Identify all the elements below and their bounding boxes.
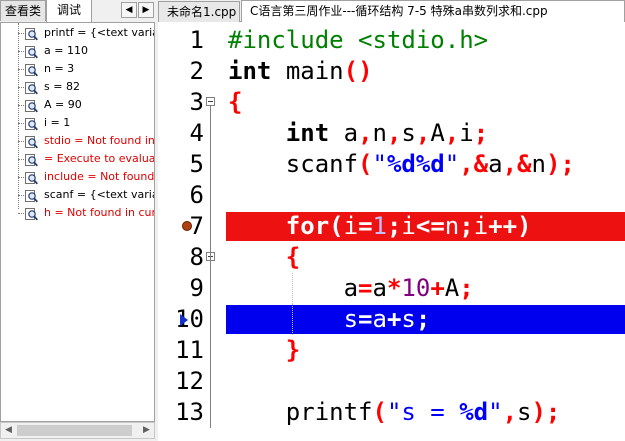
watch-item-text: s = 82	[44, 80, 80, 93]
code-text[interactable]: }	[228, 335, 300, 366]
fold-guide-line	[210, 242, 211, 273]
line-number[interactable]: 1	[158, 25, 204, 56]
tab-scroll-left-button[interactable]: ◀	[121, 2, 137, 18]
watch-variable-icon	[25, 116, 38, 131]
watch-item[interactable]: scanf = {<text variabl	[1, 186, 154, 204]
line-number[interactable]: 4	[158, 118, 204, 149]
code-line-partial	[158, 428, 625, 441]
watch-item[interactable]: include = Not found	[1, 168, 155, 186]
code-line[interactable]: 13 printf("s = %d",s);	[158, 397, 625, 428]
code-text[interactable]: for(i=1;i<=n;i++)	[228, 211, 532, 242]
watch-variable-icon	[25, 62, 38, 77]
fold-guide-line	[210, 397, 211, 428]
tab-active-source-file[interactable]: C语言第三周作业---循环结构 7-5 特殊a串数列求和.cpp	[241, 0, 625, 23]
scroll-left-arrow-icon[interactable]: ◀	[1, 423, 16, 438]
watch-variable-icon	[25, 188, 38, 203]
watch-item-text: include = Not found	[44, 170, 155, 183]
watch-item-text: stdio = Not found in	[44, 134, 155, 147]
code-line[interactable]: 5 scanf("%d%d",&a,&n);	[158, 149, 625, 180]
code-line[interactable]: 2 int main()	[158, 56, 625, 87]
line-number[interactable]: 3	[158, 87, 204, 118]
code-line[interactable]: 9 a=a*10+A;	[158, 273, 625, 304]
line-number[interactable]: 13	[158, 397, 204, 428]
code-line[interactable]: 6	[158, 180, 625, 211]
fold-guide-line	[210, 106, 211, 118]
tab-class-browser[interactable]: 查看类	[0, 0, 46, 21]
line-number[interactable]: 11	[158, 335, 204, 366]
breakpoint-icon[interactable]	[182, 221, 192, 231]
watch-variable-icon	[25, 44, 38, 59]
watch-variable-icon	[25, 206, 38, 221]
watch-item[interactable]: i = 1	[1, 114, 154, 132]
code-text[interactable]: {	[228, 242, 300, 273]
watch-item-text: n = 3	[44, 62, 75, 75]
code-editor[interactable]: 1 #include <stdio.h> 2 int main() 3{4 int a,…	[158, 22, 625, 441]
tab-scroll-right-button[interactable]: ▶	[138, 2, 154, 18]
code-line[interactable]: 3{	[158, 87, 625, 118]
line-number[interactable]: 12	[158, 366, 204, 397]
code-line[interactable]: 7 for(i=1;i<=n;i++)	[158, 211, 625, 242]
fold-collapse-icon[interactable]	[206, 97, 215, 106]
scroll-right-arrow-icon[interactable]: ▶	[139, 423, 154, 438]
scrollbar-thumb[interactable]	[17, 425, 132, 436]
code-line[interactable]: 10 s=a+s;	[158, 304, 625, 335]
watch-item[interactable]: n = 3	[1, 60, 154, 78]
code-text[interactable]: scanf("%d%d",&a,&n);	[228, 149, 575, 180]
line-number[interactable]: 2	[158, 56, 204, 87]
watch-item[interactable]: s = 82	[1, 78, 154, 96]
watch-item[interactable]: printf = {<text variab	[1, 24, 155, 42]
watch-item[interactable]: a = 110	[1, 42, 154, 60]
watch-item[interactable]: A = 90	[1, 96, 154, 114]
watch-item-text: h = Not found in cur	[44, 206, 155, 219]
code-text[interactable]: int a,n,s,A,i;	[228, 118, 488, 149]
fold-guide-line	[210, 273, 211, 304]
code-line[interactable]: 4 int a,n,s,A,i;	[158, 118, 625, 149]
watch-item-text: scanf = {<text variabl	[44, 188, 154, 201]
tab-debug[interactable]: 调试	[46, 0, 92, 22]
line-number[interactable]: 9	[158, 273, 204, 304]
watch-item-text: a = 110	[44, 44, 88, 57]
code-text[interactable]: a=a*10+A;	[228, 273, 474, 304]
code-line[interactable]: 11 }	[158, 335, 625, 366]
watch-variable-icon	[25, 134, 38, 149]
fold-guide-line	[210, 149, 211, 180]
code-text[interactable]: printf("s = %d",s);	[228, 397, 561, 428]
code-text[interactable]: int main()	[228, 56, 373, 87]
watch-horizontal-scrollbar[interactable]: ◀ ▶	[0, 422, 155, 439]
line-number[interactable]: 6	[158, 180, 204, 211]
fold-guide-line	[210, 335, 211, 366]
fold-guide-line	[210, 180, 211, 211]
tab-untitled-file[interactable]: 未命名1.cpp	[158, 1, 240, 22]
watch-item[interactable]: stdio = Not found in	[1, 132, 155, 150]
watch-variable-icon	[25, 152, 38, 167]
fold-guide-line	[210, 304, 211, 335]
code-text[interactable]: {	[228, 87, 242, 118]
code-text[interactable]: s=a+s;	[228, 304, 431, 335]
watch-list: printf = {<text variab a = 110 n = 3 s = 82…	[0, 22, 155, 422]
line-number[interactable]: 8	[158, 242, 204, 273]
left-panel-tabs: 查看类 调试 ◀ ▶	[0, 0, 158, 22]
watch-item-text: A = 90	[44, 98, 82, 111]
line-number[interactable]: 5	[158, 149, 204, 180]
debug-panel: 查看类 调试 ◀ ▶ printf = {<text variab a = 110…	[0, 0, 158, 441]
code-line[interactable]: 12	[158, 366, 625, 397]
watch-item[interactable]: h = Not found in cur	[1, 204, 155, 222]
fold-guide-line	[210, 118, 211, 149]
fold-guide-line	[210, 366, 211, 397]
watch-variable-icon	[25, 170, 38, 185]
line-number[interactable]: 7	[158, 211, 204, 242]
watch-variable-icon	[25, 80, 38, 95]
code-text[interactable]: #include <stdio.h>	[228, 25, 488, 56]
watch-item-text: = Execute to evaluat	[44, 152, 155, 165]
watch-item[interactable]: = Execute to evaluat	[1, 150, 155, 168]
execution-pointer-icon	[180, 314, 188, 326]
code-line[interactable]: 1 #include <stdio.h>	[158, 25, 625, 56]
code-line[interactable]: 8 {	[158, 242, 625, 273]
watch-variable-icon	[25, 26, 38, 41]
watch-variable-icon	[25, 98, 38, 113]
editor-tab-bar: 未命名1.cpp C语言第三周作业---循环结构 7-5 特殊a串数列求和.cp…	[158, 0, 625, 23]
fold-guide-line	[210, 211, 211, 242]
watch-item-text: printf = {<text variab	[44, 26, 155, 39]
watch-item-text: i = 1	[44, 116, 71, 129]
